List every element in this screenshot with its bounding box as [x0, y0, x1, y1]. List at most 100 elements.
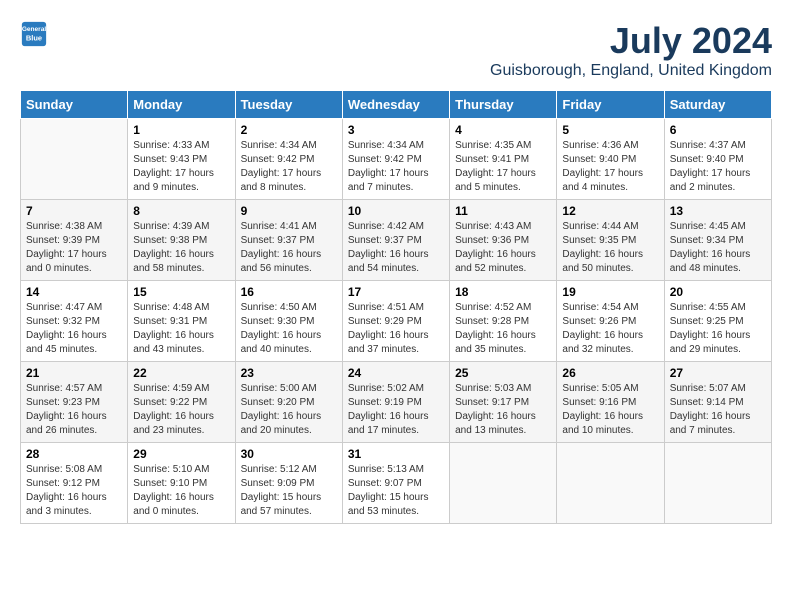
- day-info: Sunrise: 5:13 AMSunset: 9:07 PMDaylight:…: [348, 463, 444, 519]
- calendar-cell: 21 Sunrise: 4:57 AMSunset: 9:23 PMDayligh…: [21, 362, 128, 443]
- calendar-cell: 26 Sunrise: 5:05 AMSunset: 9:16 PMDayligh…: [557, 362, 664, 443]
- day-info: Sunrise: 5:10 AMSunset: 9:10 PMDaylight:…: [133, 463, 229, 519]
- day-number: 2: [241, 123, 337, 137]
- day-number: 29: [133, 447, 229, 461]
- calendar-cell: 3Sunrise: 4:34 AMSunset: 9:42 PMDaylight…: [342, 119, 449, 200]
- calendar-cell: 6Sunrise: 4:37 AMSunset: 9:40 PMDaylight…: [664, 119, 771, 200]
- day-number: 10: [348, 204, 444, 218]
- calendar-cell: 25Sunrise: 5:03 AMSunset: 9:17 PMDayligh…: [450, 362, 557, 443]
- calendar-cell: 20 Sunrise: 4:55 AMSunset: 9:25 PMDayligh…: [664, 281, 771, 362]
- day-number: 31: [348, 447, 444, 461]
- calendar-cell: 4Sunrise: 4:35 AMSunset: 9:41 PMDaylight…: [450, 119, 557, 200]
- day-info: Sunrise: 4:55 AMSunset: 9:25 PMDaylight:…: [670, 301, 766, 357]
- day-info: Sunrise: 4:34 AMSunset: 9:42 PMDaylight:…: [241, 139, 337, 195]
- day-number: 20: [670, 285, 766, 299]
- day-info: Sunrise: 4:42 AMSunset: 9:37 PMDaylight:…: [348, 220, 444, 276]
- calendar-cell: 5 Sunrise: 4:36 AMSunset: 9:40 PMDaylight…: [557, 119, 664, 200]
- calendar-cell: [450, 443, 557, 524]
- day-header-friday: Friday: [557, 91, 664, 119]
- day-number: 3: [348, 123, 444, 137]
- calendar-cell: 14Sunrise: 4:47 AMSunset: 9:32 PMDayligh…: [21, 281, 128, 362]
- day-number: 21: [26, 366, 122, 380]
- day-info: Sunrise: 4:48 AMSunset: 9:31 PMDaylight:…: [133, 301, 229, 357]
- day-info: Sunrise: 5:07 AMSunset: 9:14 PMDaylight:…: [670, 382, 766, 438]
- location-title: Guisborough, England, United Kingdom: [490, 62, 772, 80]
- day-number: 24: [348, 366, 444, 380]
- week-row-1: 1 Sunrise: 4:33 AMSunset: 9:43 PMDaylight…: [21, 119, 772, 200]
- day-info: Sunrise: 4:41 AMSunset: 9:37 PMDaylight:…: [241, 220, 337, 276]
- day-info: Sunrise: 5:02 AMSunset: 9:19 PMDaylight:…: [348, 382, 444, 438]
- day-info: Sunrise: 4:38 AMSunset: 9:39 PMDaylight:…: [26, 220, 122, 276]
- day-header-thursday: Thursday: [450, 91, 557, 119]
- day-info: Sunrise: 5:08 AMSunset: 9:12 PMDaylight:…: [26, 463, 122, 519]
- day-number: 26: [562, 366, 658, 380]
- day-number: 18: [455, 285, 551, 299]
- day-number: 30: [241, 447, 337, 461]
- calendar-cell: 24 Sunrise: 5:02 AMSunset: 9:19 PMDayligh…: [342, 362, 449, 443]
- calendar-cell: 10 Sunrise: 4:42 AMSunset: 9:37 PMDayligh…: [342, 200, 449, 281]
- calendar-cell: 16 Sunrise: 4:50 AMSunset: 9:30 PMDayligh…: [235, 281, 342, 362]
- svg-text:General: General: [22, 26, 46, 33]
- svg-text:Blue: Blue: [26, 34, 42, 43]
- day-header-wednesday: Wednesday: [342, 91, 449, 119]
- calendar-cell: 18 Sunrise: 4:52 AMSunset: 9:28 PMDayligh…: [450, 281, 557, 362]
- day-header-tuesday: Tuesday: [235, 91, 342, 119]
- calendar-cell: [21, 119, 128, 200]
- day-number: 28: [26, 447, 122, 461]
- week-row-4: 21 Sunrise: 4:57 AMSunset: 9:23 PMDayligh…: [21, 362, 772, 443]
- day-number: 14: [26, 285, 122, 299]
- calendar-cell: 15 Sunrise: 4:48 AMSunset: 9:31 PMDayligh…: [128, 281, 235, 362]
- day-number: 7: [26, 204, 122, 218]
- calendar-cell: 23 Sunrise: 5:00 AMSunset: 9:20 PMDayligh…: [235, 362, 342, 443]
- month-title: July 2024: [490, 20, 772, 62]
- day-info: Sunrise: 4:52 AMSunset: 9:28 PMDaylight:…: [455, 301, 551, 357]
- day-number: 9: [241, 204, 337, 218]
- day-number: 1: [133, 123, 229, 137]
- day-info: Sunrise: 4:33 AMSunset: 9:43 PMDaylight:…: [133, 139, 229, 195]
- day-info: Sunrise: 4:45 AMSunset: 9:34 PMDaylight:…: [670, 220, 766, 276]
- day-info: Sunrise: 4:54 AMSunset: 9:26 PMDaylight:…: [562, 301, 658, 357]
- calendar-cell: [557, 443, 664, 524]
- day-number: 16: [241, 285, 337, 299]
- day-header-sunday: Sunday: [21, 91, 128, 119]
- day-number: 4: [455, 123, 551, 137]
- calendar-cell: 8 Sunrise: 4:39 AMSunset: 9:38 PMDaylight…: [128, 200, 235, 281]
- day-info: Sunrise: 4:37 AMSunset: 9:40 PMDaylight:…: [670, 139, 766, 195]
- week-row-2: 7 Sunrise: 4:38 AMSunset: 9:39 PMDaylight…: [21, 200, 772, 281]
- day-number: 8: [133, 204, 229, 218]
- calendar-cell: 11Sunrise: 4:43 AMSunset: 9:36 PMDayligh…: [450, 200, 557, 281]
- day-header-saturday: Saturday: [664, 91, 771, 119]
- calendar-cell: 22 Sunrise: 4:59 AMSunset: 9:22 PMDayligh…: [128, 362, 235, 443]
- day-number: 12: [562, 204, 658, 218]
- header-row: SundayMondayTuesdayWednesdayThursdayFrid…: [21, 91, 772, 119]
- day-info: Sunrise: 4:57 AMSunset: 9:23 PMDaylight:…: [26, 382, 122, 438]
- day-number: 22: [133, 366, 229, 380]
- calendar-cell: 1 Sunrise: 4:33 AMSunset: 9:43 PMDaylight…: [128, 119, 235, 200]
- day-number: 15: [133, 285, 229, 299]
- day-info: Sunrise: 4:59 AMSunset: 9:22 PMDaylight:…: [133, 382, 229, 438]
- day-number: 23: [241, 366, 337, 380]
- day-number: 19: [562, 285, 658, 299]
- day-info: Sunrise: 5:03 AMSunset: 9:17 PMDaylight:…: [455, 382, 551, 438]
- day-info: Sunrise: 4:39 AMSunset: 9:38 PMDaylight:…: [133, 220, 229, 276]
- day-info: Sunrise: 4:36 AMSunset: 9:40 PMDaylight:…: [562, 139, 658, 195]
- calendar-cell: 17Sunrise: 4:51 AMSunset: 9:29 PMDayligh…: [342, 281, 449, 362]
- day-number: 5: [562, 123, 658, 137]
- day-info: Sunrise: 4:50 AMSunset: 9:30 PMDaylight:…: [241, 301, 337, 357]
- header: General Blue July 2024 Guisborough, Engl…: [20, 20, 772, 80]
- day-info: Sunrise: 4:44 AMSunset: 9:35 PMDaylight:…: [562, 220, 658, 276]
- day-info: Sunrise: 5:05 AMSunset: 9:16 PMDaylight:…: [562, 382, 658, 438]
- calendar-cell: 13Sunrise: 4:45 AMSunset: 9:34 PMDayligh…: [664, 200, 771, 281]
- calendar-cell: 7 Sunrise: 4:38 AMSunset: 9:39 PMDaylight…: [21, 200, 128, 281]
- calendar-table: SundayMondayTuesdayWednesdayThursdayFrid…: [20, 90, 772, 524]
- calendar-cell: 30 Sunrise: 5:12 AMSunset: 9:09 PMDayligh…: [235, 443, 342, 524]
- day-info: Sunrise: 4:51 AMSunset: 9:29 PMDaylight:…: [348, 301, 444, 357]
- day-info: Sunrise: 5:12 AMSunset: 9:09 PMDaylight:…: [241, 463, 337, 519]
- logo-icon: General Blue: [20, 20, 48, 48]
- day-number: 27: [670, 366, 766, 380]
- calendar-cell: 2 Sunrise: 4:34 AMSunset: 9:42 PMDaylight…: [235, 119, 342, 200]
- calendar-cell: 12 Sunrise: 4:44 AMSunset: 9:35 PMDayligh…: [557, 200, 664, 281]
- day-header-monday: Monday: [128, 91, 235, 119]
- day-info: Sunrise: 5:00 AMSunset: 9:20 PMDaylight:…: [241, 382, 337, 438]
- week-row-5: 28 Sunrise: 5:08 AMSunset: 9:12 PMDayligh…: [21, 443, 772, 524]
